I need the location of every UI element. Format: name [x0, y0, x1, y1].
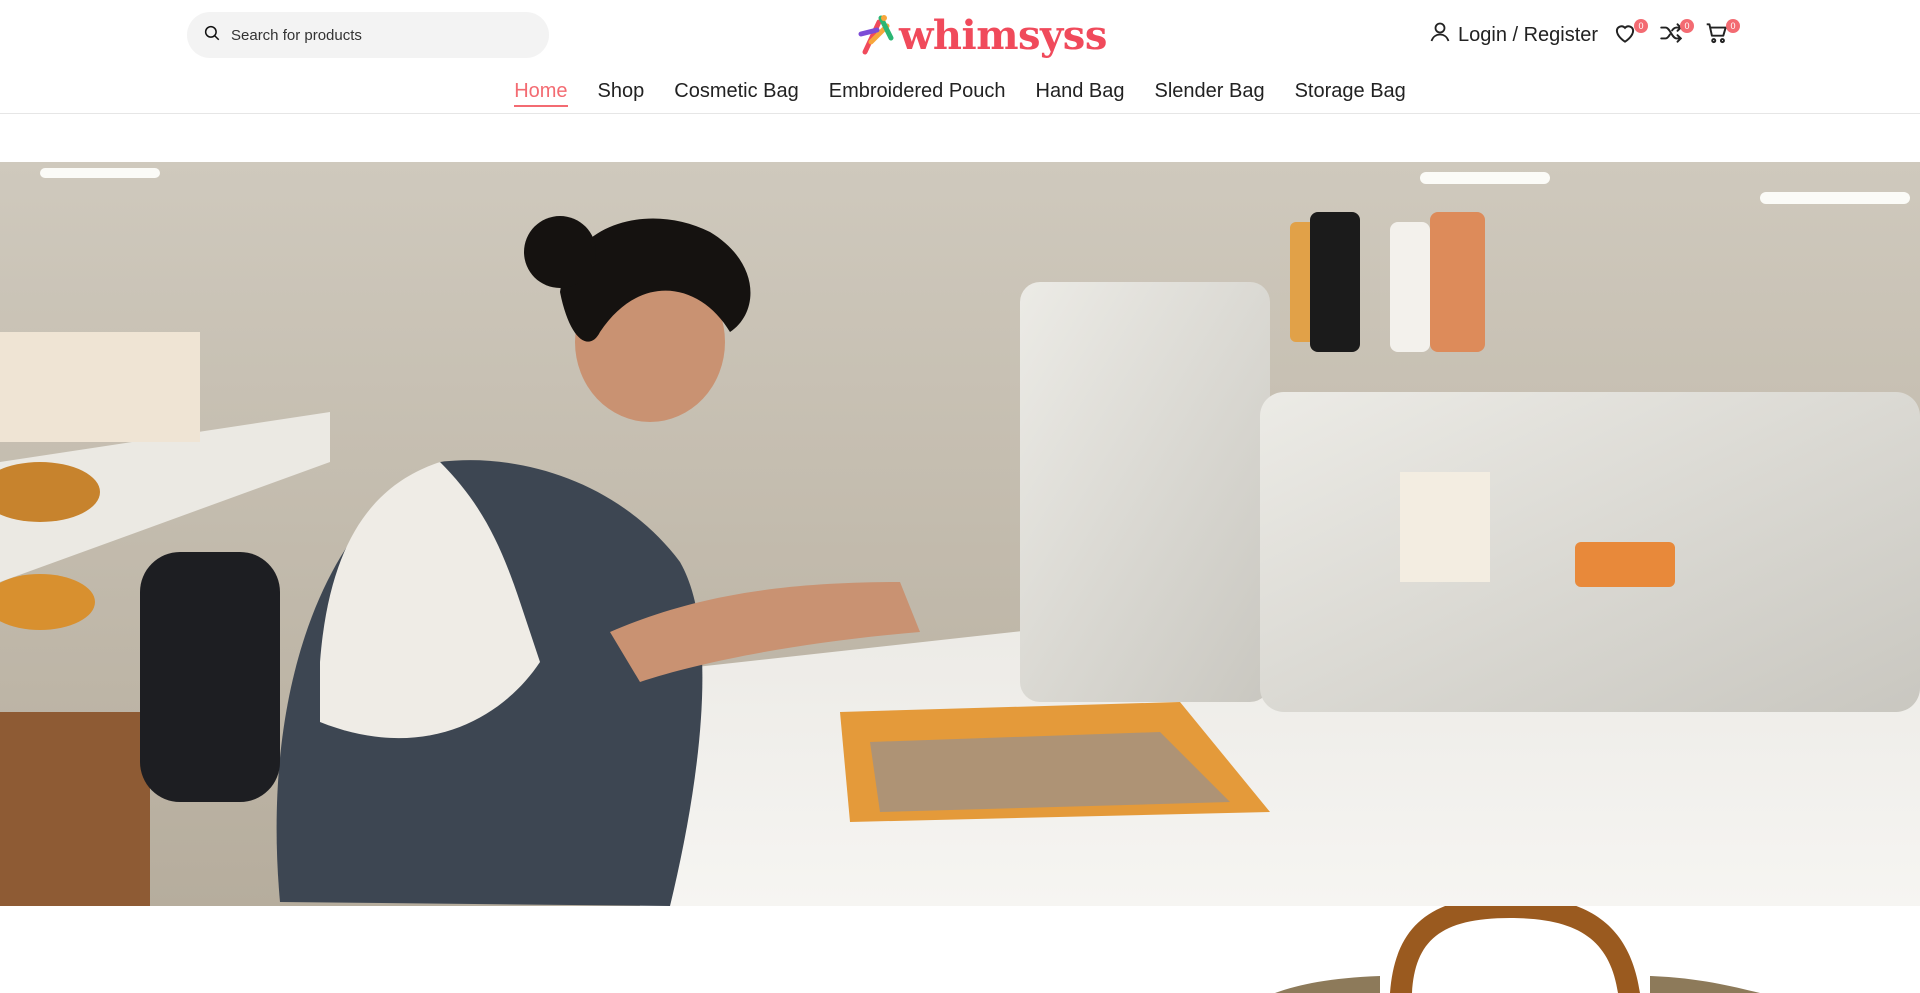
- logo-mark-icon: [857, 12, 897, 61]
- nav-item-storage-bag[interactable]: Storage Bag: [1280, 78, 1421, 104]
- site-logo[interactable]: whimsyss: [857, 13, 1107, 59]
- nav-item-cosmetic-bag[interactable]: Cosmetic Bag: [659, 78, 814, 104]
- compare-button[interactable]: 0: [1658, 19, 1694, 50]
- cart-count-badge: 0: [1726, 19, 1740, 33]
- below-hero-area: [0, 906, 1920, 993]
- nav-item-embroidered-pouch[interactable]: Embroidered Pouch: [814, 78, 1021, 104]
- logo-wordmark: whimsyss: [899, 12, 1107, 59]
- shuffle-icon: [1658, 23, 1684, 50]
- nav-item-slender-bag[interactable]: Slender Bag: [1140, 78, 1280, 104]
- login-register-link[interactable]: Login / Register: [1428, 20, 1598, 50]
- user-icon: [1428, 20, 1458, 50]
- compare-count-badge: 0: [1680, 19, 1694, 33]
- embroidery-workshop-illustration: [0, 162, 1920, 906]
- wishlist-button[interactable]: 0: [1612, 19, 1648, 50]
- nav-item-home[interactable]: Home: [499, 78, 582, 107]
- cart-icon: [1704, 23, 1730, 50]
- search-icon[interactable]: [203, 24, 221, 47]
- site-header: whimsyss Login / Register 0 0 0 Home Sho…: [0, 0, 1920, 114]
- search-bar[interactable]: [187, 12, 549, 58]
- heart-icon: [1612, 25, 1638, 50]
- hero-banner-image[interactable]: [0, 162, 1920, 906]
- search-input[interactable]: [231, 26, 531, 44]
- main-nav: Home Shop Cosmetic Bag Embroidered Pouch…: [0, 78, 1920, 107]
- cart-button[interactable]: 0: [1704, 19, 1740, 50]
- wishlist-count-badge: 0: [1634, 19, 1648, 33]
- nav-item-hand-bag[interactable]: Hand Bag: [1021, 78, 1140, 104]
- nav-item-shop[interactable]: Shop: [583, 78, 660, 104]
- bag-handle-image: [0, 906, 1920, 993]
- login-register-label: Login / Register: [1458, 23, 1599, 46]
